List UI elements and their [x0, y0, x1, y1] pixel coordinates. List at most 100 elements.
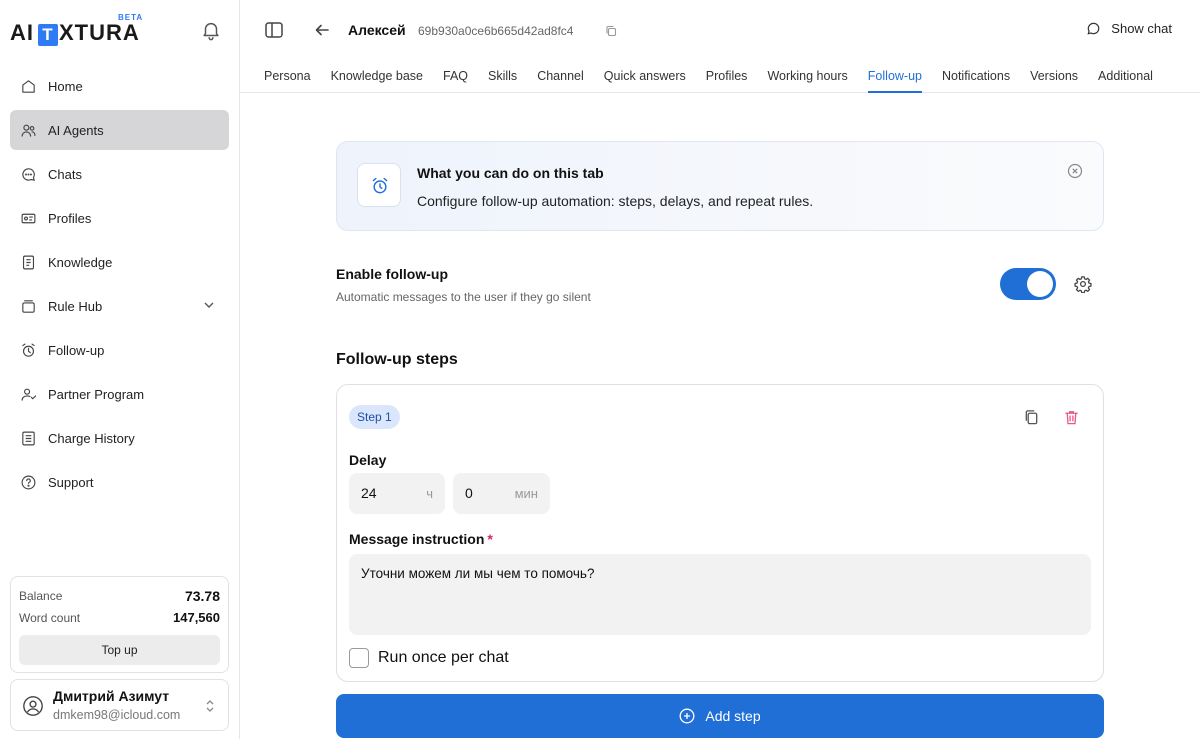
logo-t: T: [38, 24, 58, 46]
chevron-up-down-icon: [206, 700, 214, 712]
run-once-checkbox[interactable]: [349, 648, 369, 668]
users-icon: [21, 124, 36, 137]
bell-icon[interactable]: [200, 19, 222, 41]
word-count-value: 147,560: [173, 610, 220, 625]
tab-channel[interactable]: Channel: [537, 60, 584, 93]
alarm-clock-icon: [22, 343, 35, 357]
enable-follow-up-subtitle: Automatic messages to the user if they g…: [336, 290, 591, 304]
sidebar-item-chats[interactable]: Chats: [10, 154, 229, 194]
top-up-button[interactable]: Top up: [19, 635, 220, 665]
sidebar-toggle-icon[interactable]: [264, 20, 284, 40]
tab-follow-up[interactable]: Follow-up: [867, 60, 923, 93]
app-logo[interactable]: AI T XTURA BETA: [10, 13, 142, 46]
sidebar: AI T XTURA BETA Home AI Agents Chats Pro…: [0, 0, 240, 739]
gear-icon[interactable]: [1074, 275, 1092, 293]
user-menu[interactable]: Дмитрий Азимут dmkem98@icloud.com: [10, 679, 229, 731]
balance-label: Balance: [19, 588, 63, 603]
tab-skills[interactable]: Skills: [488, 60, 517, 93]
plus-circle-icon: [679, 708, 695, 724]
delay-hours-input[interactable]: 24 ч: [349, 473, 445, 514]
agent-name: Алексей: [348, 22, 406, 38]
delay-minutes-value: 0: [465, 485, 473, 501]
agent-header: Алексей 69b930a0ce6b665d42ad8fc4 Show ch…: [240, 0, 1200, 93]
add-step-button[interactable]: Add step: [336, 694, 1104, 738]
word-count-row: Word count 147,560: [19, 608, 220, 627]
sidebar-item-label: Partner Program: [48, 386, 145, 402]
id-card-icon: [21, 213, 36, 223]
document-icon: [22, 255, 35, 269]
toggle-knob: [1027, 271, 1053, 297]
tab-quick-answers[interactable]: Quick answers: [604, 60, 686, 93]
tab-faq[interactable]: FAQ: [443, 60, 468, 93]
tab-persona[interactable]: Persona: [264, 60, 311, 93]
step-card: Step 1 Delay 24 ч 0 мин Message instruct…: [336, 384, 1104, 682]
add-step-label: Add step: [705, 708, 761, 724]
alarm-clock-icon: [372, 177, 388, 194]
balance-value: 73.78: [184, 587, 220, 604]
copy-icon[interactable]: [1023, 409, 1040, 426]
message-instruction-text: Message instruction: [349, 531, 485, 547]
tab-working-hours[interactable]: Working hours: [767, 60, 847, 93]
enable-follow-up-toggle[interactable]: [1000, 268, 1056, 300]
delay-hours-value: 24: [361, 485, 377, 501]
tab-profiles[interactable]: Profiles: [706, 60, 748, 93]
delay-minutes-input[interactable]: 0 мин: [453, 473, 550, 514]
delay-label: Delay: [349, 452, 387, 468]
trash-icon[interactable]: [1063, 409, 1080, 426]
help-icon: [21, 475, 36, 489]
sidebar-item-knowledge[interactable]: Knowledge: [10, 242, 229, 282]
beta-badge: BETA: [118, 13, 144, 22]
show-chat-button[interactable]: Show chat: [1086, 21, 1172, 36]
sidebar-item-label: Support: [48, 474, 94, 490]
close-icon[interactable]: [1067, 163, 1083, 179]
partner-icon: [21, 388, 37, 401]
sidebar-nav: Home AI Agents Chats Profiles Knowledge …: [10, 66, 229, 506]
sidebar-item-charge-history[interactable]: Charge History: [10, 418, 229, 458]
required-mark: *: [487, 531, 493, 547]
sidebar-item-label: Chats: [48, 166, 82, 182]
avatar: [23, 696, 43, 716]
balance-row: Balance 73.78: [19, 586, 220, 605]
sidebar-item-home[interactable]: Home: [10, 66, 229, 106]
sidebar-item-label: Charge History: [48, 430, 135, 446]
sidebar-item-label: Rule Hub: [48, 298, 103, 314]
chevron-down-icon[interactable]: [203, 299, 215, 311]
sidebar-item-label: Home: [48, 78, 83, 94]
tab-knowledge-base[interactable]: Knowledge base: [331, 60, 423, 93]
copy-icon[interactable]: [605, 25, 617, 37]
balance-card: Balance 73.78 Word count 147,560 Top up: [10, 576, 229, 673]
sidebar-item-support[interactable]: Support: [10, 462, 229, 502]
sidebar-item-label: AI Agents: [48, 122, 104, 138]
show-chat-label: Show chat: [1111, 21, 1172, 36]
logo-suffix: XTURA: [59, 20, 140, 45]
info-text: Configure follow-up automation: steps, d…: [417, 193, 814, 209]
agent-tabs: Persona Knowledge base FAQ Skills Channe…: [264, 60, 1153, 93]
sidebar-item-profiles[interactable]: Profiles: [10, 198, 229, 238]
tab-additional[interactable]: Additional: [1098, 60, 1153, 93]
back-arrow-icon[interactable]: [314, 22, 330, 38]
word-count-label: Word count: [19, 610, 81, 625]
run-once-label[interactable]: Run once per chat: [378, 649, 509, 667]
info-icon-box: [357, 163, 401, 207]
sidebar-item-partner-program[interactable]: Partner Program: [10, 374, 229, 414]
sidebar-item-label: Follow-up: [48, 342, 105, 358]
list-icon: [22, 431, 35, 445]
tab-versions[interactable]: Versions: [1030, 60, 1078, 93]
message-instruction-label: Message instruction *: [349, 531, 493, 547]
chat-icon: [22, 167, 35, 181]
user-email: dmkem98@icloud.com: [53, 708, 181, 722]
sidebar-item-follow-up[interactable]: Follow-up: [10, 330, 229, 370]
follow-up-steps-title: Follow-up steps: [336, 351, 458, 368]
sidebar-item-rule-hub[interactable]: Rule Hub: [10, 286, 229, 326]
tab-notifications[interactable]: Notifications: [942, 60, 1010, 93]
enable-follow-up-title: Enable follow-up: [336, 266, 448, 282]
user-name: Дмитрий Азимут: [53, 688, 170, 704]
delay-minutes-unit: мин: [514, 486, 538, 501]
sidebar-item-label: Profiles: [48, 210, 92, 226]
stack-icon: [22, 299, 35, 313]
sidebar-item-ai-agents[interactable]: AI Agents: [10, 110, 229, 150]
message-instruction-textarea[interactable]: Уточни можем ли мы чем то помочь?: [349, 554, 1091, 635]
chat-bubble-icon: [1087, 22, 1100, 35]
info-title: What you can do on this tab: [417, 165, 604, 181]
home-icon: [22, 79, 35, 93]
